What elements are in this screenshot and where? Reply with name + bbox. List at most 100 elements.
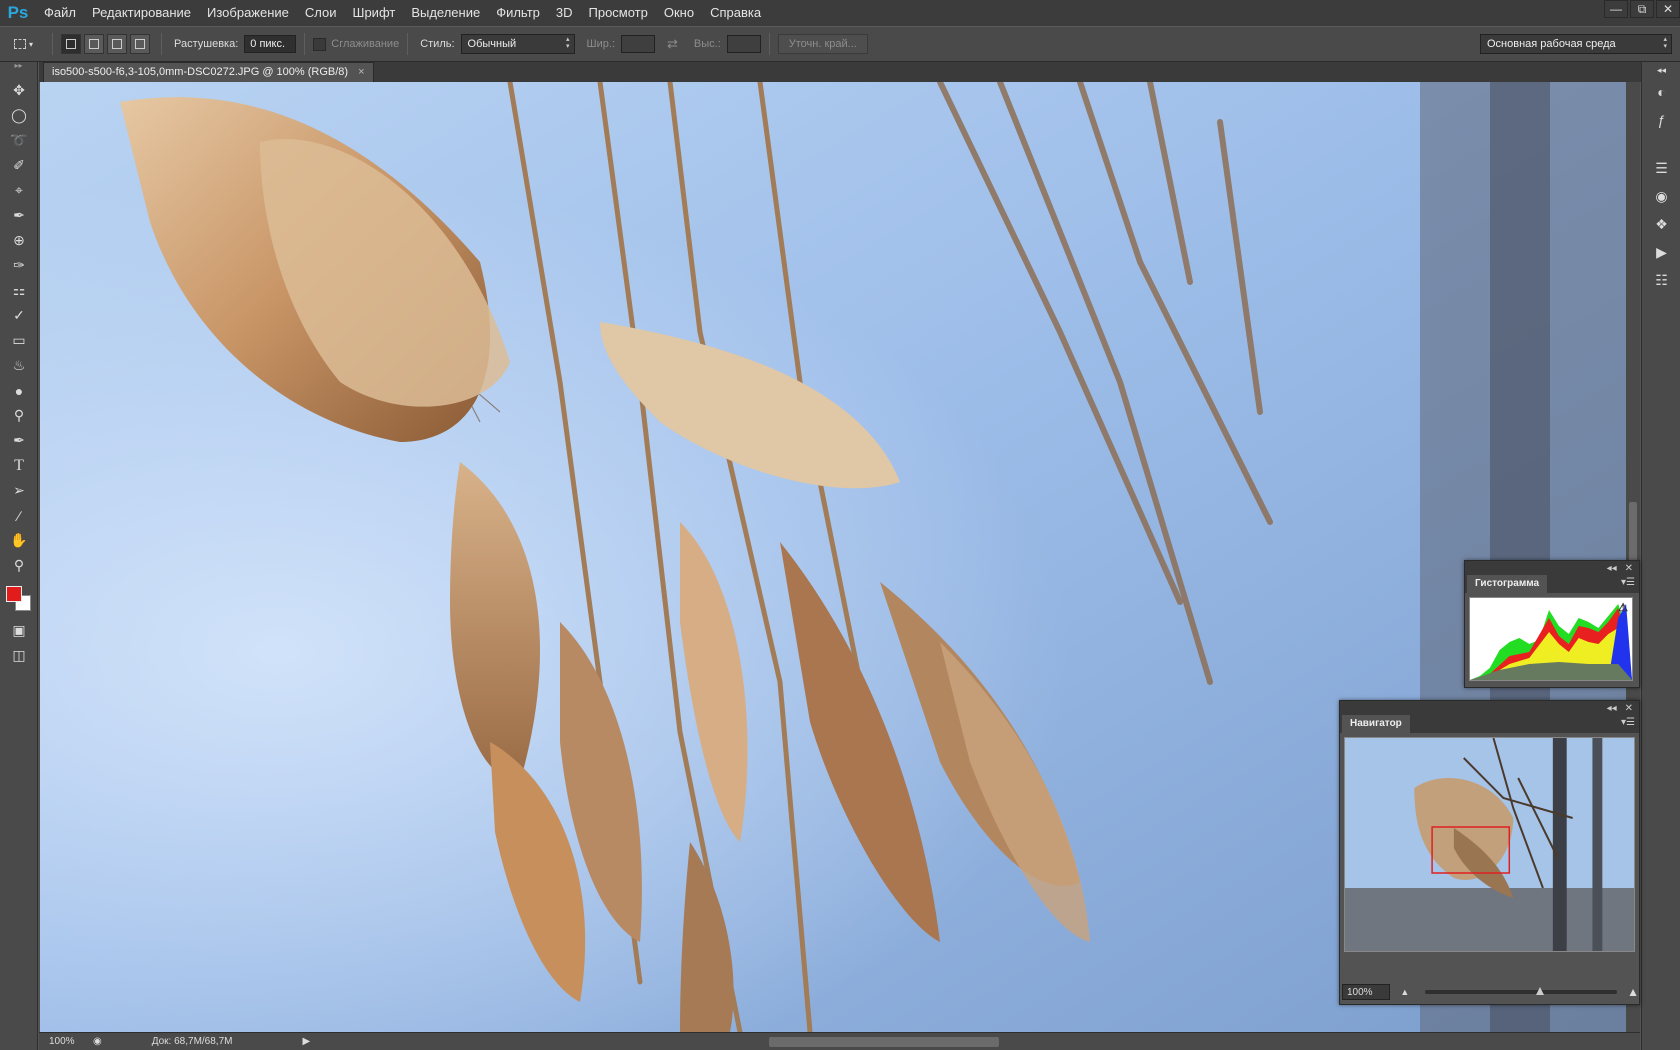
close-panel-icon[interactable]: ✕ xyxy=(1625,703,1633,714)
status-info-icon[interactable]: ◉ xyxy=(93,1036,102,1047)
blur-icon[interactable]: ● xyxy=(0,378,38,403)
restore-icon[interactable]: ⧉ xyxy=(1630,0,1654,18)
path-select-icon[interactable]: ➢ xyxy=(0,478,38,503)
close-icon[interactable]: ✕ xyxy=(1656,0,1680,18)
height-input[interactable] xyxy=(726,35,761,53)
channels-icon[interactable]: ◉ xyxy=(1642,182,1680,210)
refine-edge-button[interactable]: Уточн. край... xyxy=(777,34,868,54)
zoom-out-icon[interactable]: ▲ xyxy=(1400,987,1409,997)
dodge-icon[interactable]: ⚲ xyxy=(0,403,38,428)
histogram-chart xyxy=(1470,604,1632,680)
zoom-slider-knob[interactable] xyxy=(1536,987,1545,995)
new-selection-icon[interactable] xyxy=(61,34,81,54)
histogram-tab-bar: Гистограмма ▾☰ xyxy=(1465,575,1639,593)
divider xyxy=(161,33,162,55)
collapse-panel-icon[interactable]: ◂◂ xyxy=(1607,563,1617,574)
histogram-warning-icon[interactable]: ⚠ xyxy=(1618,601,1628,614)
navigator-zoom-input[interactable]: 100% xyxy=(1342,984,1391,1000)
crop-icon[interactable]: ⌖ xyxy=(0,178,38,203)
panel-grip-icon[interactable]: ▸▸ xyxy=(0,62,37,70)
divider xyxy=(304,33,306,55)
navigator-tab[interactable]: Навигатор xyxy=(1342,715,1410,733)
foreground-color-swatch[interactable] xyxy=(6,586,22,602)
menu-help[interactable]: Справка xyxy=(702,0,769,26)
history-brush-icon[interactable]: ✓ xyxy=(0,303,38,328)
move-icon[interactable]: ✥ xyxy=(0,78,38,103)
history-icon[interactable]: ☷ xyxy=(1642,266,1680,294)
layers-icon[interactable]: ☰ xyxy=(1642,154,1680,182)
styles-icon[interactable]: ƒ xyxy=(1642,106,1680,134)
histogram-panel: ◂◂ ✕ Гистограмма ▾☰ ⚠ xyxy=(1464,560,1640,688)
status-menu-arrow-icon[interactable]: ▶ xyxy=(302,1036,310,1047)
minimize-icon[interactable]: — xyxy=(1604,0,1628,18)
zoom-in-icon[interactable]: ▲ xyxy=(1627,985,1639,999)
line-icon[interactable]: ∕ xyxy=(0,503,38,528)
menu-select[interactable]: Выделение xyxy=(403,0,488,26)
navigator-thumbnail xyxy=(1345,738,1634,951)
stamp-icon[interactable]: ⚏ xyxy=(0,278,38,303)
antialias-label: Сглаживание xyxy=(331,38,400,50)
menu-type[interactable]: Шрифт xyxy=(345,0,404,26)
quick-select-icon[interactable]: ✐ xyxy=(0,153,38,178)
marquee-icon[interactable]: ◯ xyxy=(0,103,38,128)
brush-icon[interactable]: ✑ xyxy=(0,253,38,278)
adjustments-icon[interactable]: ◐ xyxy=(1642,78,1680,106)
lasso-icon[interactable]: ➰ xyxy=(0,128,38,153)
close-tab-icon[interactable]: × xyxy=(358,63,364,82)
eraser-icon[interactable]: ▭ xyxy=(0,328,38,353)
subtract-selection-icon[interactable] xyxy=(107,34,127,54)
add-selection-icon[interactable] xyxy=(84,34,104,54)
menu-bar: Ps Файл Редактирование Изображение Слои … xyxy=(0,0,1680,26)
actions-icon[interactable]: ▶ xyxy=(1642,238,1680,266)
intersect-selection-icon[interactable] xyxy=(130,34,150,54)
navigator-tab-bar: Навигатор ▾☰ xyxy=(1340,715,1639,733)
close-panel-icon[interactable]: ✕ xyxy=(1625,563,1633,574)
navigator-panel: ◂◂ ✕ Навигатор ▾☰ 100% ▲ ▲ xyxy=(1339,700,1640,1005)
height-label: Выс.: xyxy=(693,38,721,50)
feather-input[interactable]: 0 пикс. xyxy=(244,35,297,53)
window-controls: — ⧉ ✕ xyxy=(1602,0,1680,18)
menu-image[interactable]: Изображение xyxy=(199,0,297,26)
document-title: iso500-s500-f6,3-105,0mm-DSC0272.JPG @ 1… xyxy=(52,66,349,78)
collapse-panel-icon[interactable]: ◂◂ xyxy=(1607,703,1617,714)
marquee-preset-icon[interactable]: ▾ xyxy=(14,39,44,49)
menu-filter[interactable]: Фильтр xyxy=(488,0,548,26)
menu-edit[interactable]: Редактирование xyxy=(84,0,199,26)
menu-window[interactable]: Окно xyxy=(656,0,702,26)
swap-dimensions-icon[interactable]: ⇄ xyxy=(667,36,678,52)
width-label: Шир.: xyxy=(586,38,616,50)
histogram-tab[interactable]: Гистограмма xyxy=(1467,575,1548,593)
type-icon[interactable]: T xyxy=(0,453,38,478)
menu-file[interactable]: Файл xyxy=(36,0,84,26)
status-zoom[interactable]: 100% xyxy=(39,1036,89,1047)
navigator-preview[interactable] xyxy=(1344,737,1635,952)
dock-collapse-icon[interactable]: ◂◂ xyxy=(1642,62,1680,78)
tools-panel: ▸▸ ✥ ◯ ➰ ✐ ⌖ ✒ ⊕ ✑ ⚏ ✓ ▭ ♨ ● ⚲ ✒ T ➢ ∕ ✋… xyxy=(0,62,38,1050)
document-size: Док: 68,7M/68,7M xyxy=(151,1036,233,1047)
app-logo: Ps xyxy=(7,3,29,22)
pen-icon[interactable]: ✒ xyxy=(0,428,38,453)
healing-icon[interactable]: ⊕ xyxy=(0,228,38,253)
hand-icon[interactable]: ✋ xyxy=(0,528,38,553)
eyedropper-icon[interactable]: ✒ xyxy=(0,203,38,228)
zoom-icon[interactable]: ⚲ xyxy=(0,553,38,578)
menu-3d[interactable]: 3D xyxy=(548,0,581,26)
screen-mode-icon[interactable]: ◫ xyxy=(0,643,38,668)
menu-layers[interactable]: Слои xyxy=(297,0,345,26)
paths-icon[interactable]: ❖ xyxy=(1642,210,1680,238)
navigator-footer: 100% ▲ ▲ xyxy=(1340,980,1639,1004)
panel-menu-icon[interactable]: ▾☰ xyxy=(1621,717,1635,728)
quick-mask-icon[interactable]: ▣ xyxy=(0,618,38,643)
color-swatches xyxy=(0,578,37,618)
panel-menu-icon[interactable]: ▾☰ xyxy=(1621,577,1635,588)
navigator-zoom-slider[interactable] xyxy=(1425,987,1618,995)
document-tab[interactable]: iso500-s500-f6,3-105,0mm-DSC0272.JPG @ 1… xyxy=(43,62,374,82)
menu-view[interactable]: Просмотр xyxy=(581,0,656,26)
width-input[interactable] xyxy=(621,35,656,53)
divider xyxy=(768,33,770,55)
horizontal-scrollbar-thumb[interactable] xyxy=(769,1037,999,1047)
paint-bucket-icon[interactable]: ♨ xyxy=(0,353,38,378)
antialias-checkbox[interactable] xyxy=(313,37,327,51)
workspace-select[interactable]: Основная рабочая среда xyxy=(1480,34,1672,54)
style-select[interactable]: Обычный xyxy=(460,34,575,54)
